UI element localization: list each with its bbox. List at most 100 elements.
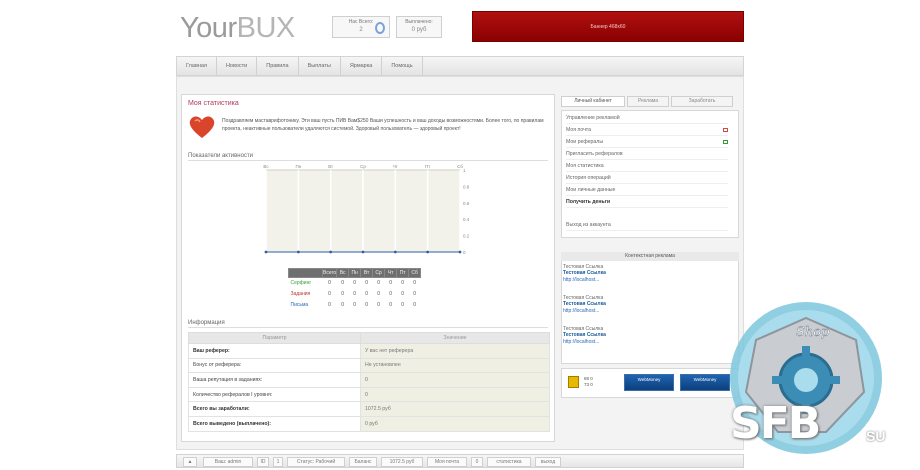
chart-x-tick-label: Пт [425, 164, 430, 169]
counter-icon[interactable] [568, 376, 579, 388]
info-key: Бонус от реферера: [188, 357, 361, 374]
tab-advertising[interactable]: Реклама [627, 96, 669, 107]
cabinet-menu-item[interactable]: Мои личные данные [566, 185, 728, 196]
chart-point [264, 250, 268, 254]
info-value: 0 руб [360, 415, 550, 432]
activity-table-header: Пт [396, 268, 410, 278]
chart-x-tick-label: Вс [263, 164, 269, 169]
activity-cell: 0 [396, 277, 409, 289]
cabinet-menu-item[interactable]: Пригласить рефералов [566, 149, 728, 160]
cabinet-menu-item[interactable]: Мои рефералы [566, 137, 728, 148]
logo-your: Your [180, 12, 237, 44]
chart-y-tick-label: 0.2 [463, 234, 470, 239]
activity-cell: 0 [336, 299, 349, 311]
activity-row-label: Задания [288, 288, 323, 300]
context-ad-item[interactable]: Тестовая Ссылка Тестовая Ссылка http://loc… [563, 326, 606, 345]
info-key: Ваша репутация в заданиях: [188, 372, 361, 388]
tab-earn[interactable]: Заработать [671, 96, 733, 107]
chart-x-tick-label: Ср [360, 164, 366, 169]
nav-item-payouts[interactable]: Выплаты [299, 57, 341, 75]
activity-cell: 0 [408, 277, 421, 289]
chart-y-tick-label: 1 [463, 168, 466, 173]
info-value: 0 [360, 386, 550, 403]
activity-cell: 0 [322, 277, 337, 289]
status-bar-item[interactable]: Моя почта [427, 457, 467, 467]
info-key: Всего вы заработали: [188, 401, 361, 417]
banner-text: Баннер 468x60 [590, 24, 626, 30]
user-status-bar: Ваш: admin ID 1 Статус: Рабочий Баланс 1072.5… [176, 454, 744, 468]
status-bar-item: 1072.5 руб [381, 457, 423, 467]
cabinet-menu-item[interactable]: Выход из аккаунта [566, 220, 728, 231]
nav-item-fair[interactable]: Ярмарка [341, 57, 383, 75]
activity-cell: 0 [360, 288, 373, 300]
status-bar-item: Ваш: admin [203, 457, 253, 467]
page-title: Моя статистика [188, 100, 239, 107]
chart-x-tick-label: Пн [295, 164, 301, 169]
activity-table-header: Всего [321, 268, 338, 278]
divider [188, 327, 548, 328]
status-bar-item[interactable]: выход [535, 457, 561, 467]
status-bar-item: 0 [471, 457, 483, 467]
info-table-row: Ваша репутация в заданиях: 0 [188, 372, 550, 388]
activity-table-header: Вс [336, 268, 350, 278]
activity-row-label: Письма [288, 299, 323, 311]
home-icon[interactable]: ▲ [183, 457, 197, 467]
nav-item-news[interactable]: Новости [217, 57, 258, 75]
activity-table-row: Письма 0 0 0 0 0 0 0 0 [288, 299, 421, 311]
ad-line-t2[interactable]: Тестовая Ссылка [563, 332, 606, 338]
chart-point [329, 250, 333, 254]
chart-point [361, 250, 365, 254]
status-bar-item[interactable]: статистика [487, 457, 531, 467]
cabinet-menu-item[interactable]: История операций [566, 173, 728, 184]
total-users-label: Нас Всего: [348, 19, 374, 25]
status-bar-item: 1 [273, 457, 283, 467]
activity-table: Всего Вс Пн Вт Ср Чт Пт Сб Серфинг 0 0 0 0 0 0 0 0 Задан… [288, 268, 422, 311]
cabinet-menu-item[interactable]: Моя статистика [566, 161, 728, 172]
chart-y-tick-label: 0.6 [463, 201, 470, 206]
watermark-shop-text: Shop [796, 325, 830, 340]
logo-bux: BUX [236, 12, 296, 44]
nav-item-rules[interactable]: Правила [257, 57, 299, 75]
activity-cell: 0 [408, 299, 421, 311]
counter-line2: 73 0 [584, 382, 593, 387]
context-ad-item[interactable]: Тестовая Ссылка Тестовая Ссылка http://loc… [563, 295, 606, 314]
ad-line-t3[interactable]: http://localhost... [563, 339, 606, 345]
activity-title: Показатели активности [188, 153, 254, 159]
tab-cabinet[interactable]: Личный кабинет [561, 96, 625, 107]
info-value: 1072.5 руб [360, 401, 550, 417]
info-key: Ваш реферер: [188, 343, 361, 359]
context-ad-item[interactable]: Тестовая Ссылка Тестовая Ссылка http://loc… [563, 264, 606, 283]
cabinet-menu-item[interactable]: Получить деньги [566, 197, 728, 208]
ad-line-t3[interactable]: http://localhost... [563, 308, 606, 314]
ad-line-t3[interactable]: http://localhost... [563, 277, 606, 283]
banner-ad[interactable]: Баннер 468x60 [472, 11, 744, 42]
divider [188, 160, 548, 161]
chart-x-tick-label: Чт [393, 164, 398, 169]
activity-table-header: Чт [384, 268, 398, 278]
ad-line-t2[interactable]: Тестовая Ссылка [563, 270, 606, 276]
chart-point [426, 250, 430, 254]
activity-table-header: Сб [408, 268, 422, 278]
chart-x-tick-label: Вт [328, 164, 333, 169]
info-value: У вас нет реферера [360, 343, 550, 359]
info-col-param: Параметр [188, 332, 361, 344]
nav-item-home[interactable]: Главная [177, 57, 217, 75]
activity-cell: 0 [372, 288, 385, 300]
activity-cell: 0 [322, 299, 337, 311]
nav-item-help[interactable]: Помощь [382, 57, 423, 75]
ad-line-t2[interactable]: Тестовая Ссылка [563, 301, 606, 307]
cabinet-menu-item[interactable]: Управление рекламой [566, 113, 728, 124]
chart-point [393, 250, 397, 254]
info-table: Параметр Значение Ваш реферер: У вас нет … [188, 332, 550, 432]
activity-chart: Вс Пн Вт Ср Чт Пт Сб10.80.60.40.20 [263, 164, 470, 255]
site-logo[interactable]: YourBUX [180, 12, 295, 45]
cabinet-menu-item[interactable]: Моя почта [566, 125, 728, 136]
activity-row-label: Серфинг [288, 277, 323, 289]
total-users-box: Нас Всего: 2 [332, 16, 390, 38]
activity-cell: 0 [336, 277, 349, 289]
envelope-icon [723, 128, 728, 132]
activity-cell: 0 [384, 299, 397, 311]
context-ads-title: Контекстная реклама [561, 252, 739, 261]
activity-cell: 0 [372, 299, 385, 311]
webmoney-badge[interactable]: WebMoney [624, 374, 674, 391]
